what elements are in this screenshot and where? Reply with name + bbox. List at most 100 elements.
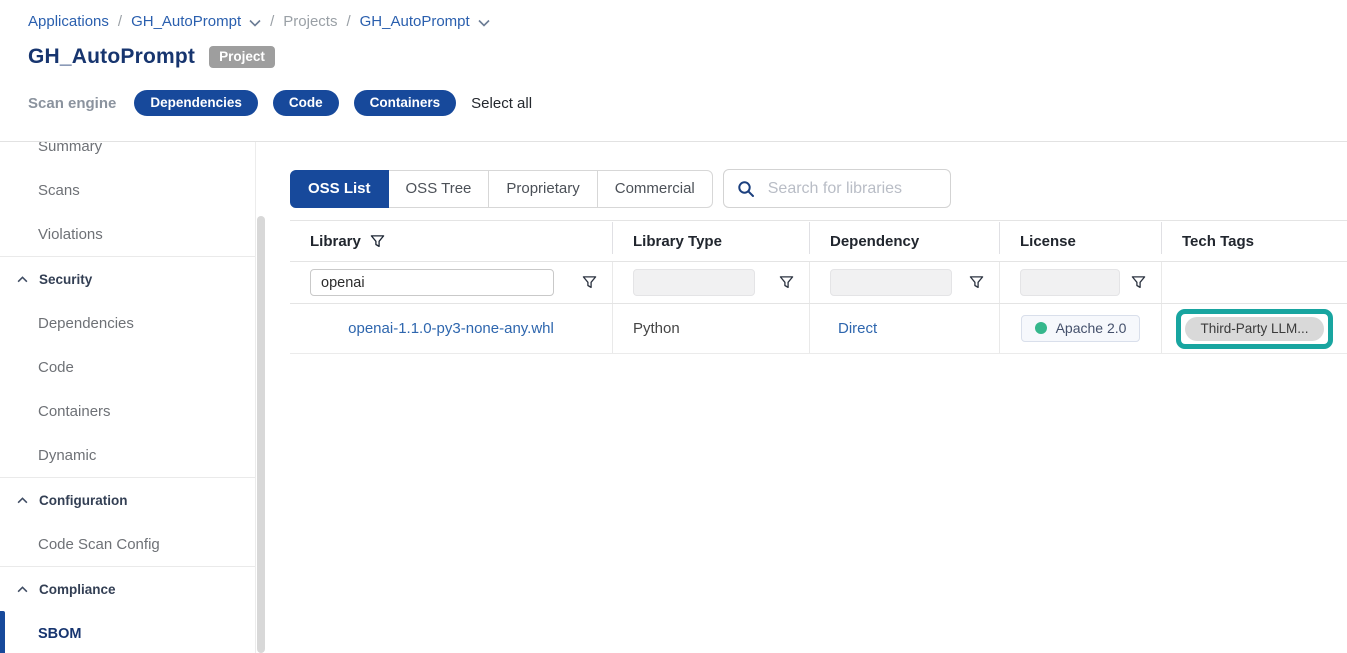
sidebar-item-code-scan-config[interactable]: Code Scan Config xyxy=(0,522,255,566)
select-all-button[interactable]: Select all xyxy=(471,95,532,112)
active-item-indicator xyxy=(0,611,5,653)
sidebar-item-label: Violations xyxy=(38,226,103,243)
page-header: Applications / GH_AutoPrompt / Projects … xyxy=(0,0,1347,141)
sidebar-item-dynamic[interactable]: Dynamic xyxy=(0,433,255,477)
column-header-label: Library xyxy=(310,233,361,250)
sidebar-item-violations[interactable]: Violations xyxy=(0,212,255,256)
sidebar-item-label: Code Scan Config xyxy=(38,536,160,553)
sidebar-section-security[interactable]: Security xyxy=(0,257,255,301)
breadcrumb-separator: / xyxy=(346,13,350,30)
table-filter-row xyxy=(290,262,1347,304)
sidebar-item-containers[interactable]: Containers xyxy=(0,389,255,433)
sidebar-section-configuration[interactable]: Configuration xyxy=(0,478,255,522)
filter-icon[interactable] xyxy=(370,234,385,249)
library-search-box[interactable] xyxy=(723,169,951,208)
breadcrumb-link-project-name[interactable]: GH_AutoPrompt xyxy=(360,13,470,30)
filter-icon xyxy=(582,275,597,290)
chevron-up-icon xyxy=(17,586,28,593)
table-header-row: Library Library Type Dependency License … xyxy=(290,221,1347,262)
sidebar-scrollbar[interactable] xyxy=(257,216,265,653)
license-filter-input xyxy=(1020,269,1120,296)
tech-tag[interactable]: Third-Party LLM... xyxy=(1185,317,1323,341)
library-name-link[interactable]: openai-1.1.0-py3-none-any.whl xyxy=(348,320,554,337)
tab-commercial[interactable]: Commercial xyxy=(597,170,713,208)
filter-icon xyxy=(969,275,984,290)
column-header-library-type[interactable]: Library Type xyxy=(613,221,810,261)
chevron-down-icon[interactable] xyxy=(249,19,261,27)
sidebar-item-label: SBOM xyxy=(38,626,82,642)
tab-oss-list[interactable]: OSS List xyxy=(290,170,389,208)
column-header-label: Dependency xyxy=(830,233,919,250)
filter-cell-license xyxy=(1000,262,1162,303)
sidebar-item-label: Scans xyxy=(38,182,80,199)
library-toolbar: OSS List OSS Tree Proprietary Commercial xyxy=(290,169,1347,208)
cell-dependency: Direct xyxy=(810,304,1000,353)
dependency-filter-input xyxy=(830,269,952,296)
sidebar-section-label: Configuration xyxy=(39,493,127,508)
breadcrumb-projects: Projects xyxy=(283,13,337,30)
column-header-label: Tech Tags xyxy=(1182,233,1254,250)
filter-cell-dependency xyxy=(810,262,1000,303)
dependency-link[interactable]: Direct xyxy=(838,320,877,337)
license-filter-button[interactable] xyxy=(1131,275,1146,290)
library-filter-input[interactable] xyxy=(310,269,554,296)
cell-license: Apache 2.0 xyxy=(1000,304,1162,353)
page-title: GH_AutoPrompt xyxy=(28,45,195,69)
sidebar: Summary Scans Violations Security Depend… xyxy=(0,142,256,653)
dependency-filter-button[interactable] xyxy=(969,275,984,290)
chevron-down-icon[interactable] xyxy=(478,19,490,27)
breadcrumb: Applications / GH_AutoPrompt / Projects … xyxy=(28,13,1347,30)
license-status-dot xyxy=(1035,322,1047,334)
column-header-tech-tags[interactable]: Tech Tags xyxy=(1162,221,1347,261)
tech-tag-highlight-annotation: Third-Party LLM... xyxy=(1176,309,1332,349)
cell-tech-tags: Third-Party LLM... xyxy=(1162,304,1347,353)
scan-engine-pill-dependencies[interactable]: Dependencies xyxy=(134,90,258,116)
main-content: OSS List OSS Tree Proprietary Commercial… xyxy=(290,142,1347,653)
library-view-tabs: OSS List OSS Tree Proprietary Commercial xyxy=(290,170,713,208)
sidebar-section-label: Compliance xyxy=(39,582,116,597)
breadcrumb-separator: / xyxy=(270,13,274,30)
search-icon xyxy=(737,180,755,198)
filter-cell-tech-tags xyxy=(1162,262,1347,303)
filter-cell-library-type xyxy=(613,262,810,303)
search-input[interactable] xyxy=(768,180,938,198)
scan-engine-pill-containers[interactable]: Containers xyxy=(354,90,457,116)
library-type-filter-button[interactable] xyxy=(779,275,794,290)
sidebar-item-label: Dynamic xyxy=(38,447,96,464)
tab-proprietary[interactable]: Proprietary xyxy=(488,170,597,208)
sidebar-section-label: Security xyxy=(39,272,92,287)
chevron-up-icon xyxy=(17,276,28,283)
cell-library: openai-1.1.0-py3-none-any.whl xyxy=(290,304,613,353)
chevron-up-icon xyxy=(17,497,28,504)
project-type-badge: Project xyxy=(209,46,275,68)
license-label: Apache 2.0 xyxy=(1056,320,1127,336)
license-badge: Apache 2.0 xyxy=(1021,315,1141,342)
sidebar-item-sbom[interactable]: SBOM xyxy=(0,611,255,653)
sidebar-item-label: Code xyxy=(38,359,74,376)
column-header-label: Library Type xyxy=(633,233,722,250)
scan-engine-label: Scan engine xyxy=(28,95,116,112)
sidebar-item-summary[interactable]: Summary xyxy=(0,142,255,168)
column-header-dependency[interactable]: Dependency xyxy=(810,221,1000,261)
column-header-library[interactable]: Library xyxy=(290,221,613,261)
library-filter-button[interactable] xyxy=(582,275,597,290)
sidebar-item-code[interactable]: Code xyxy=(0,345,255,389)
sidebar-item-dependencies[interactable]: Dependencies xyxy=(0,301,255,345)
sidebar-item-label: Containers xyxy=(38,403,111,420)
sidebar-section-compliance[interactable]: Compliance xyxy=(0,567,255,611)
cell-library-type: Python xyxy=(613,304,810,353)
breadcrumb-separator: / xyxy=(118,13,122,30)
sidebar-item-scans[interactable]: Scans xyxy=(0,168,255,212)
sidebar-item-label: Summary xyxy=(38,142,102,155)
breadcrumb-link-application-name[interactable]: GH_AutoPrompt xyxy=(131,13,241,30)
filter-icon xyxy=(1131,275,1146,290)
library-type-filter-input xyxy=(633,269,755,296)
breadcrumb-link-applications[interactable]: Applications xyxy=(28,13,109,30)
library-type-value: Python xyxy=(633,320,680,337)
tab-oss-tree[interactable]: OSS Tree xyxy=(388,170,490,208)
column-header-license[interactable]: License xyxy=(1000,221,1162,261)
filter-cell-library xyxy=(290,262,613,303)
sidebar-item-label: Dependencies xyxy=(38,315,134,332)
scan-engine-pill-code[interactable]: Code xyxy=(273,90,339,116)
table-row: openai-1.1.0-py3-none-any.whl Python Dir… xyxy=(290,304,1347,354)
